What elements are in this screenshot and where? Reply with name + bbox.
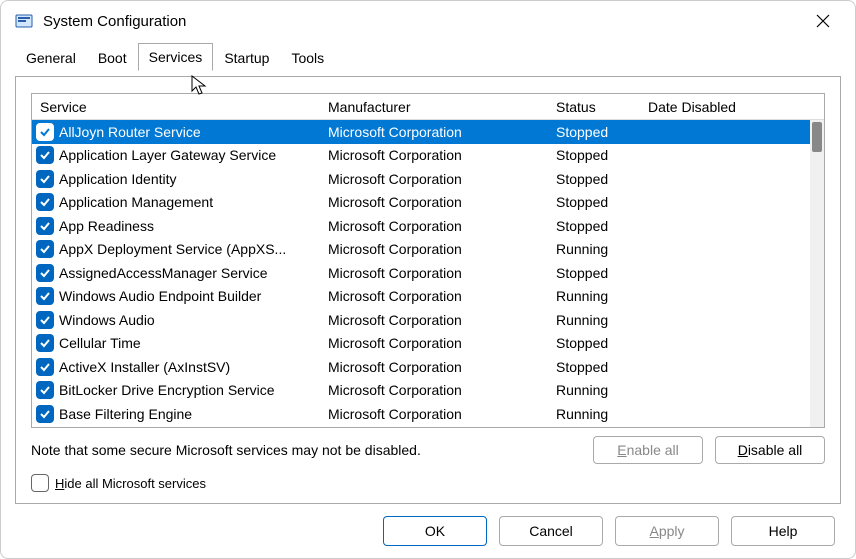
service-name: Cellular Time — [59, 335, 141, 351]
table-row[interactable]: Application Management Microsoft Corporat… — [32, 191, 810, 215]
column-date-disabled[interactable]: Date Disabled — [640, 96, 824, 118]
service-name: Windows Audio Endpoint Builder — [59, 288, 261, 304]
column-service[interactable]: Service — [32, 96, 320, 118]
service-checkbox[interactable] — [36, 381, 54, 399]
column-manufacturer[interactable]: Manufacturer — [320, 96, 548, 118]
column-headers: Service Manufacturer Status Date Disable… — [32, 94, 824, 120]
scrollbar-thumb[interactable] — [812, 122, 822, 152]
service-name: AllJoyn Router Service — [59, 124, 201, 140]
service-status: Stopped — [548, 147, 640, 163]
service-checkbox[interactable] — [36, 287, 54, 305]
service-checkbox[interactable] — [36, 405, 54, 423]
service-name: App Readiness — [59, 218, 154, 234]
msconfig-icon — [15, 12, 33, 30]
service-name: Application Layer Gateway Service — [59, 147, 276, 163]
service-name: Windows Audio — [59, 312, 155, 328]
service-manufacturer: Microsoft Corporation — [320, 288, 548, 304]
service-manufacturer: Microsoft Corporation — [320, 241, 548, 257]
service-checkbox[interactable] — [36, 358, 54, 376]
table-row[interactable]: Windows Audio Microsoft CorporationRunnin… — [32, 308, 810, 332]
service-status: Running — [548, 382, 640, 398]
close-icon — [816, 14, 830, 28]
service-status: Stopped — [548, 359, 640, 375]
service-status: Running — [548, 288, 640, 304]
service-manufacturer: Microsoft Corporation — [320, 265, 548, 281]
close-button[interactable] — [803, 6, 843, 36]
service-status: Running — [548, 241, 640, 257]
tab-general[interactable]: General — [15, 44, 87, 71]
tab-boot[interactable]: Boot — [87, 44, 138, 71]
table-row[interactable]: Windows Audio Endpoint Builder Microsoft … — [32, 285, 810, 309]
scrollbar[interactable] — [810, 120, 824, 427]
table-row[interactable]: AllJoyn Router Service Microsoft Corporat… — [32, 120, 810, 144]
service-checkbox[interactable] — [36, 264, 54, 282]
service-manufacturer: Microsoft Corporation — [320, 359, 548, 375]
help-button[interactable]: Help — [731, 516, 835, 546]
service-checkbox[interactable] — [36, 217, 54, 235]
service-checkbox[interactable] — [36, 193, 54, 211]
service-checkbox[interactable] — [36, 170, 54, 188]
service-manufacturer: Microsoft Corporation — [320, 124, 548, 140]
secure-services-note: Note that some secure Microsoft services… — [31, 442, 581, 458]
service-name: Base Filtering Engine — [59, 406, 192, 422]
service-checkbox[interactable] — [36, 146, 54, 164]
titlebar: System Configuration — [1, 1, 855, 41]
table-row[interactable]: Application Identity Microsoft Corporatio… — [32, 167, 810, 191]
service-name: AppX Deployment Service (AppXS... — [59, 241, 286, 257]
table-row[interactable]: Cellular Time Microsoft CorporationStoppe… — [32, 332, 810, 356]
service-checkbox[interactable] — [36, 240, 54, 258]
system-configuration-window: System Configuration General Boot Servic… — [0, 0, 856, 559]
service-manufacturer: Microsoft Corporation — [320, 218, 548, 234]
table-row[interactable]: Base Filtering Engine Microsoft Corporati… — [32, 402, 810, 426]
hide-ms-services-checkbox[interactable] — [31, 474, 49, 492]
services-panel: Service Manufacturer Status Date Disable… — [15, 77, 841, 503]
service-name: Application Identity — [59, 171, 177, 187]
table-row[interactable]: AppX Deployment Service (AppXS... Microso… — [32, 238, 810, 262]
window-title: System Configuration — [43, 13, 803, 30]
tab-tools[interactable]: Tools — [280, 44, 335, 71]
table-row[interactable]: App Readiness Microsoft CorporationStoppe… — [32, 214, 810, 238]
service-status: Running — [548, 312, 640, 328]
cancel-button[interactable]: Cancel — [499, 516, 603, 546]
service-manufacturer: Microsoft Corporation — [320, 171, 548, 187]
service-status: Stopped — [548, 218, 640, 234]
service-status: Stopped — [548, 335, 640, 351]
table-row[interactable]: AssignedAccessManager Service Microsoft C… — [32, 261, 810, 285]
service-rows: AllJoyn Router Service Microsoft Corporat… — [32, 120, 810, 427]
service-name: Application Management — [59, 194, 213, 210]
service-name: AssignedAccessManager Service — [59, 265, 268, 281]
service-status: Stopped — [548, 124, 640, 140]
ok-button[interactable]: OK — [383, 516, 487, 546]
table-row[interactable]: BitLocker Drive Encryption Service Micros… — [32, 379, 810, 403]
column-status[interactable]: Status — [548, 96, 640, 118]
service-manufacturer: Microsoft Corporation — [320, 194, 548, 210]
service-manufacturer: Microsoft Corporation — [320, 335, 548, 351]
tab-services[interactable]: Services — [138, 43, 214, 71]
service-checkbox[interactable] — [36, 123, 54, 141]
service-manufacturer: Microsoft Corporation — [320, 147, 548, 163]
service-checkbox[interactable] — [36, 311, 54, 329]
table-row[interactable]: ActiveX Installer (AxInstSV) Microsoft Co… — [32, 355, 810, 379]
service-name: BitLocker Drive Encryption Service — [59, 382, 275, 398]
service-manufacturer: Microsoft Corporation — [320, 312, 548, 328]
tab-startup[interactable]: Startup — [213, 44, 280, 71]
service-status: Stopped — [548, 171, 640, 187]
service-name: ActiveX Installer (AxInstSV) — [59, 359, 230, 375]
disable-all-button[interactable]: Disable all — [715, 436, 825, 464]
service-manufacturer: Microsoft Corporation — [320, 406, 548, 422]
service-status: Stopped — [548, 265, 640, 281]
services-list[interactable]: Service Manufacturer Status Date Disable… — [31, 93, 825, 428]
table-row[interactable]: Application Layer Gateway Service Microso… — [32, 144, 810, 168]
apply-button[interactable]: Apply — [615, 516, 719, 546]
tabs: General Boot Services Startup Tools — [1, 41, 855, 71]
service-status: Stopped — [548, 194, 640, 210]
dialog-footer: OK Cancel Apply Help — [383, 516, 835, 546]
enable-all-button[interactable]: Enable all — [593, 436, 703, 464]
service-manufacturer: Microsoft Corporation — [320, 382, 548, 398]
service-status: Running — [548, 406, 640, 422]
service-checkbox[interactable] — [36, 334, 54, 352]
hide-ms-services-label[interactable]: Hide all Microsoft services — [55, 476, 206, 491]
